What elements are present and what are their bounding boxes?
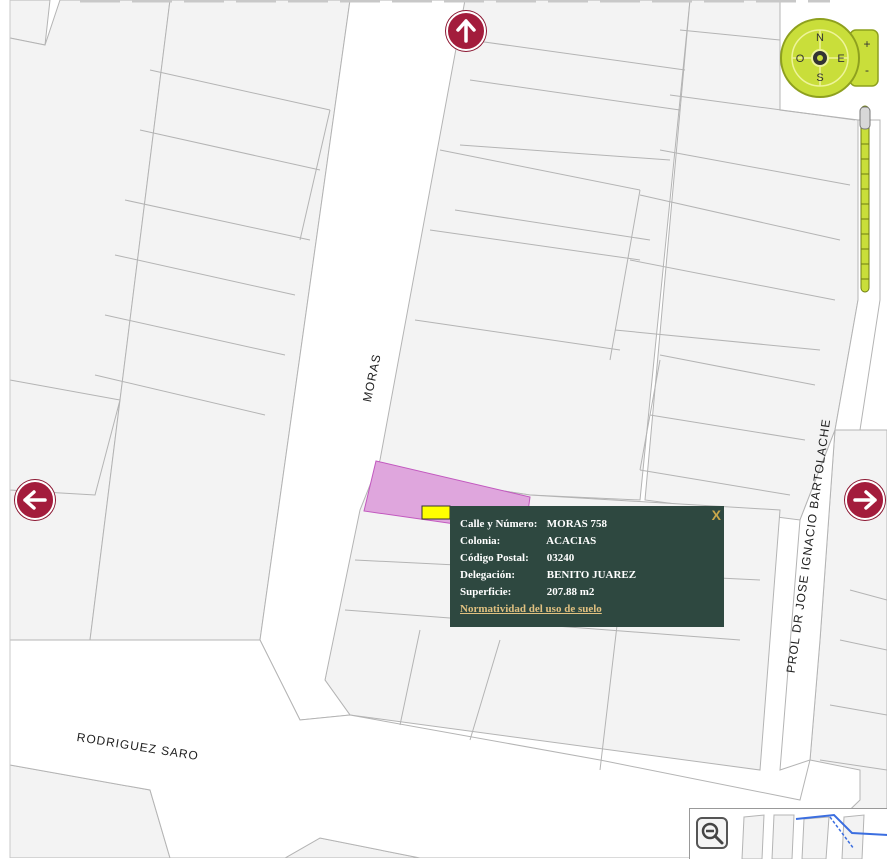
- arrow-right-icon: [853, 490, 877, 510]
- popup-value: 03240: [546, 552, 575, 564]
- popup-row-colonia: Colonia: ACACIAS: [460, 533, 714, 550]
- arrow-up-icon: [456, 19, 476, 43]
- popup-label: Superficie:: [460, 586, 512, 598]
- compass-north[interactable]: N: [816, 32, 824, 44]
- overview-map[interactable]: [734, 809, 887, 859]
- parcel-info-popup: X Calle y Número: MORAS 758 Colonia: ACA…: [450, 506, 724, 627]
- popup-value: 207.88 m2: [546, 586, 595, 598]
- compass-west[interactable]: O: [796, 53, 805, 65]
- popup-row-postal-code: Código Postal: 03240: [460, 550, 714, 567]
- arrow-left-icon: [23, 490, 47, 510]
- zoom-in-button[interactable]: +: [863, 37, 870, 51]
- popup-label: Calle y Número:: [460, 518, 538, 530]
- compass-south[interactable]: S: [816, 72, 823, 84]
- pan-up-button[interactable]: [446, 11, 486, 51]
- overview-map-panel: [689, 808, 887, 859]
- zoom-slider[interactable]: [858, 104, 872, 294]
- popup-label: Delegación:: [460, 569, 515, 581]
- pan-left-button[interactable]: [15, 480, 55, 520]
- popup-link-row: Normatividad del uso de suelo: [460, 601, 714, 618]
- popup-label: Código Postal:: [460, 552, 529, 564]
- popup-value: BENITO JUAREZ: [546, 569, 637, 581]
- magnifier-minus-icon[interactable]: [696, 817, 728, 849]
- popup-label: Colonia:: [460, 535, 501, 547]
- popup-value: ACACIAS: [546, 535, 597, 547]
- zoom-out-button[interactable]: -: [865, 63, 869, 77]
- lot-marker: [421, 505, 451, 520]
- compass-east[interactable]: E: [837, 53, 844, 65]
- pan-right-button[interactable]: [845, 480, 885, 520]
- zoom-slider-handle[interactable]: [859, 106, 871, 130]
- popup-value: MORAS 758: [546, 518, 607, 530]
- popup-close-button[interactable]: X: [712, 507, 721, 523]
- land-use-regulation-link[interactable]: Normatividad del uso de suelo: [460, 603, 602, 615]
- popup-row-street: Calle y Número: MORAS 758: [460, 516, 714, 533]
- map-canvas[interactable]: [0, 0, 887, 858]
- compass-control[interactable]: N S O E + -: [778, 18, 880, 102]
- city-block: [9, 0, 51, 46]
- popup-row-delegacion: Delegación: BENITO JUAREZ: [460, 567, 714, 584]
- popup-row-superficie: Superficie: 207.88 m2: [460, 584, 714, 601]
